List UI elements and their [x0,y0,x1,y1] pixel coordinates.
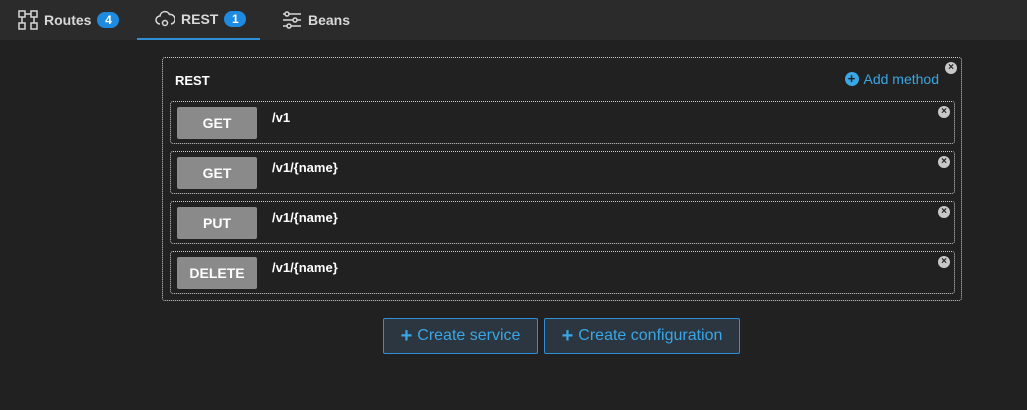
panel-title: REST [175,73,210,88]
create-service-button[interactable]: + Create service [383,318,538,354]
tab-beans[interactable]: Beans [282,0,372,40]
tab-bar: Routes 4 REST 1 Beans [0,0,1027,40]
rest-panel: REST + Add method × GET /v1 × GET /v1/{n… [162,57,962,301]
method-row: DELETE /v1/{name} × [170,251,955,294]
method-path: /v1/{name} [272,260,338,275]
routes-count-badge: 4 [97,12,120,28]
tab-rest-label: REST [181,11,219,27]
rest-count-badge: 1 [224,11,247,27]
create-configuration-button[interactable]: + Create configuration [544,318,740,354]
method-path: /v1/{name} [272,160,338,175]
method-row: GET /v1/{name} × [170,151,955,194]
close-icon[interactable]: × [938,256,950,268]
add-method-button[interactable]: + Add method [844,71,940,87]
plus-icon: + [400,325,413,347]
tab-routes-label: Routes [44,12,92,28]
tab-beans-label: Beans [308,12,351,28]
create-configuration-label: Create configuration [578,327,723,344]
method-path: /v1 [272,110,291,125]
method-row: GET /v1 × [170,101,955,144]
rest-cloud-icon [155,9,175,29]
routes-icon [18,10,38,30]
close-icon[interactable]: × [938,106,950,118]
method-verb-button[interactable]: PUT [177,207,257,239]
method-verb-button[interactable]: GET [177,157,257,189]
add-method-label: Add method [863,71,940,87]
sliders-icon [282,10,302,30]
create-service-label: Create service [417,327,521,344]
method-row: PUT /v1/{name} × [170,201,955,244]
close-icon[interactable]: × [938,156,950,168]
plus-icon: + [561,325,574,347]
method-path: /v1/{name} [272,210,338,225]
method-verb-button[interactable]: GET [177,107,257,139]
tab-rest[interactable]: REST 1 [137,0,260,40]
close-panel-icon[interactable]: × [945,62,957,74]
tab-routes[interactable]: Routes 4 [18,0,128,40]
plus-circle-icon: + [844,72,859,86]
method-verb-button[interactable]: DELETE [177,257,257,289]
close-icon[interactable]: × [938,206,950,218]
